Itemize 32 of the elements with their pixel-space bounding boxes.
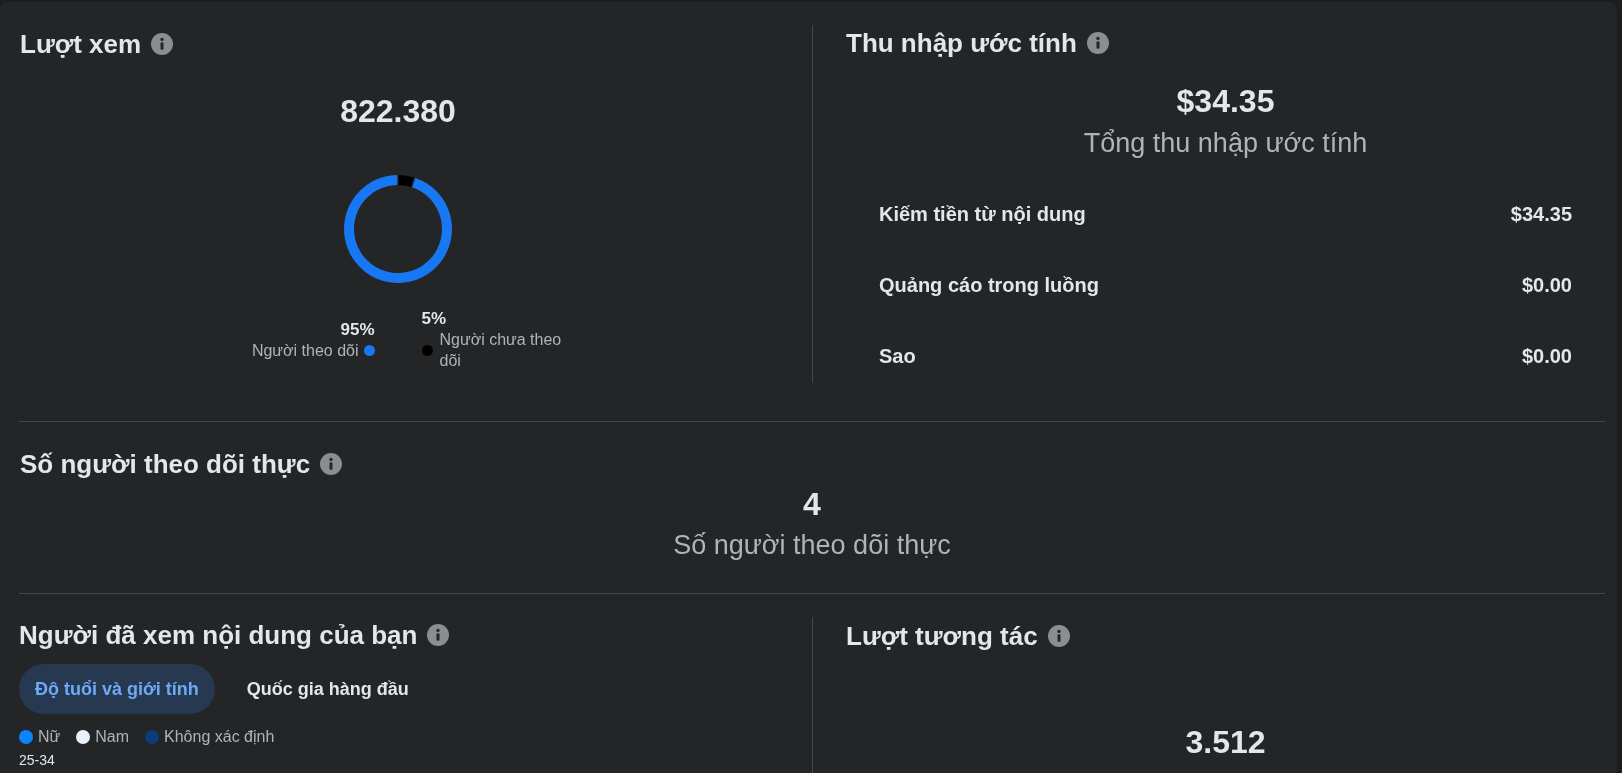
- earnings-label: Sao: [879, 344, 916, 369]
- percent-label: 95%: [340, 319, 375, 340]
- info-icon[interactable]: [151, 33, 174, 55]
- earnings-label: Quảng cáo trong luồng: [879, 273, 1099, 298]
- info-icon[interactable]: [1086, 32, 1109, 54]
- info-icon[interactable]: [1047, 625, 1070, 647]
- earnings-value: $0.00: [1521, 344, 1572, 369]
- section-title: Thu nhập ước tính: [846, 27, 1077, 59]
- tab[interactable]: Quốc gia hàng đầu: [230, 664, 425, 714]
- legend-label: Người theo dõi: [251, 340, 359, 361]
- followers-caption: Số người theo dõi thực: [673, 529, 951, 561]
- views-total: 822.380: [340, 92, 456, 130]
- followers-count: 4: [803, 485, 821, 523]
- engagement-total: 3.512: [1185, 723, 1266, 761]
- tab[interactable]: Độ tuổi và giới tính: [19, 664, 215, 714]
- age-group-label: 25-34: [19, 752, 55, 768]
- earnings-label: Kiếm tiền từ nội dung: [879, 202, 1086, 227]
- earnings-total: $34.35: [1176, 82, 1275, 120]
- section-title: Số người theo dõi thực: [20, 448, 311, 480]
- info-icon[interactable]: [320, 453, 343, 475]
- earnings-value: $34.35: [1510, 202, 1572, 227]
- earnings-caption: Tổng thu nhập ước tính: [1083, 127, 1368, 159]
- earnings-value: $0.00: [1521, 273, 1572, 298]
- legend-label: Không xác định: [164, 727, 275, 747]
- legend-label: Nam: [95, 727, 130, 747]
- section-title: Người đã xem nội dung của bạn: [19, 619, 418, 651]
- legend-label: Người chưa theo dõi: [439, 330, 563, 371]
- legend-label: Nữ: [38, 727, 61, 747]
- section-title: Lượt tương tác: [846, 620, 1038, 652]
- section-title: Lượt xem: [20, 28, 142, 60]
- percent-label: 5%: [421, 309, 447, 329]
- info-icon[interactable]: [427, 624, 450, 646]
